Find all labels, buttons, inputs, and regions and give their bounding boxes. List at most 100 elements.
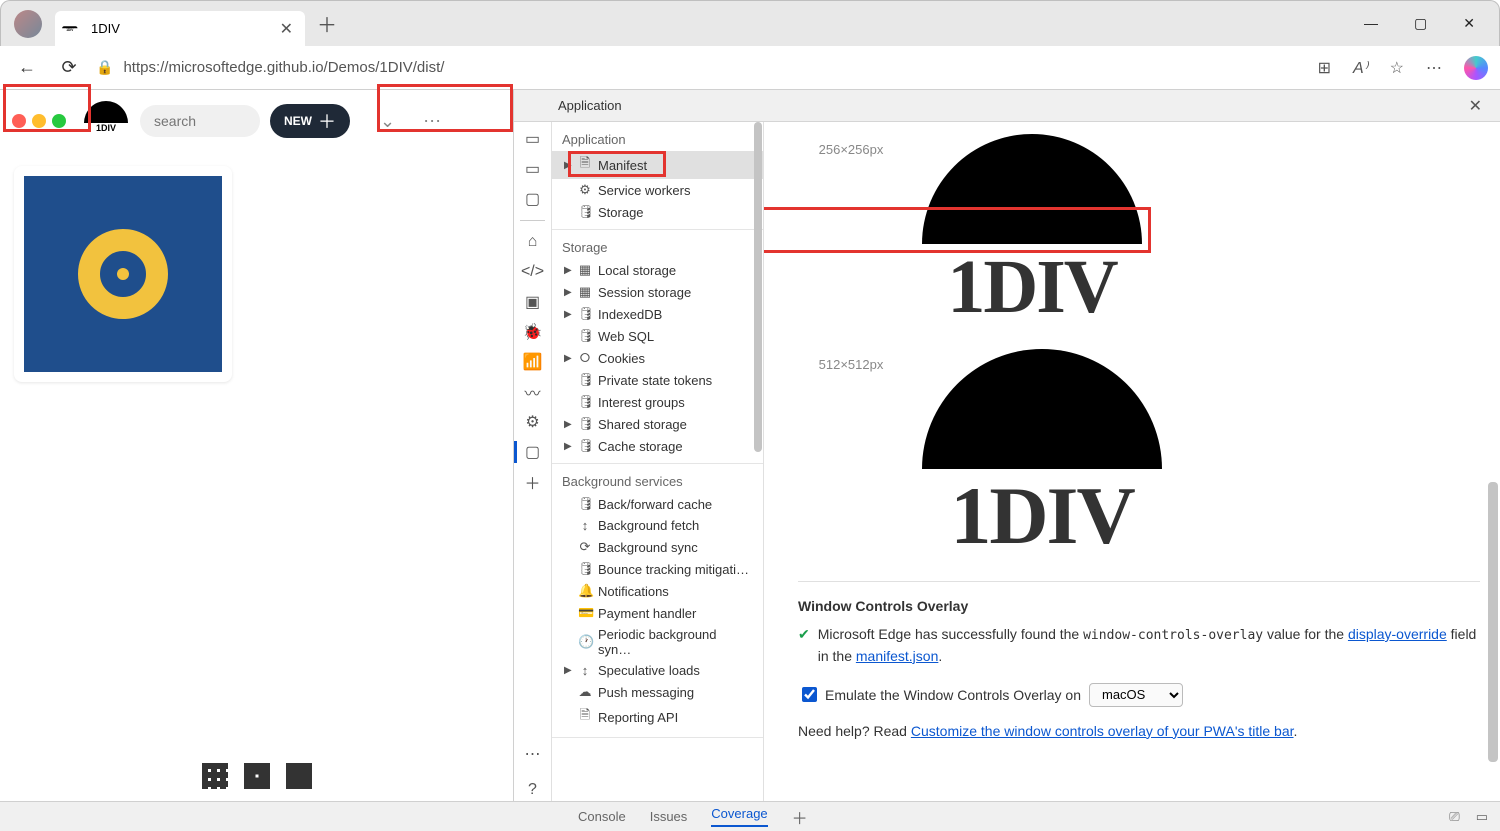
read-aloud-icon[interactable]: A⁾ xyxy=(1353,58,1368,78)
performance-icon[interactable]: 〰 xyxy=(522,381,544,403)
window-close-icon[interactable]: ✕ xyxy=(1463,15,1475,32)
network-icon[interactable]: 📶 xyxy=(522,351,544,373)
console-tool-icon[interactable]: ▣ xyxy=(522,291,544,313)
manifest-json-link[interactable]: manifest.json xyxy=(856,648,938,664)
wco-help-link[interactable]: Customize the window controls overlay of… xyxy=(911,723,1294,739)
tab-title: 1DIV xyxy=(91,21,120,36)
tree-item-speculative[interactable]: ▶↕Speculative loads xyxy=(552,660,763,681)
tab-close-icon[interactable]: ✕ xyxy=(280,19,293,39)
devtools-drawer: Console Issues Coverage ＋ ⎚ ▭ xyxy=(0,801,1500,831)
application-sidebar: Application ▶🗎Manifest ⚙Service workers … xyxy=(552,122,764,801)
tree-section-head: Background services xyxy=(552,470,763,493)
tree-item-push[interactable]: ☁Push messaging xyxy=(552,681,763,703)
wco-heading: Window Controls Overlay xyxy=(798,598,1480,614)
minimize-dot[interactable] xyxy=(32,114,46,128)
search-input[interactable] xyxy=(140,105,260,137)
address-bar: ← ⟳ 🔒 https://microsoftedge.github.io/De… xyxy=(0,46,1500,90)
tree-item-bg-sync[interactable]: ⟳Background sync xyxy=(552,536,763,558)
tree-item-private-tokens[interactable]: 🛢Private state tokens xyxy=(552,369,763,391)
icon-dimensions: 256×256px xyxy=(798,134,904,157)
grid9-icon[interactable] xyxy=(202,763,228,789)
app-logo: 1DIV xyxy=(82,101,130,141)
more-tools-icon[interactable]: ＋ xyxy=(522,471,544,493)
debug-icon[interactable]: 🐞 xyxy=(522,321,544,343)
new-button-label: NEW xyxy=(284,114,312,128)
fullscreen-dot[interactable] xyxy=(52,114,66,128)
tree-item-interest-groups[interactable]: 🛢Interest groups xyxy=(552,391,763,413)
copilot-icon[interactable] xyxy=(1464,56,1488,80)
tree-item-periodic[interactable]: 🕐Periodic background syn… xyxy=(552,624,763,660)
profile-avatar[interactable] xyxy=(14,10,42,38)
grid4-icon[interactable] xyxy=(244,763,270,789)
page-viewport: 1DIV NEW＋ ⌄ ⋯ xyxy=(0,90,514,801)
chevron-down-icon[interactable]: ⌄ xyxy=(380,111,395,132)
tree-item-shared-storage[interactable]: ▶🛢Shared storage xyxy=(552,413,763,435)
more-dots-icon[interactable]: ⋯ xyxy=(423,111,441,132)
tree-item-cache-storage[interactable]: ▶🛢Cache storage xyxy=(552,435,763,457)
application-icon[interactable]: ▢ xyxy=(522,441,544,463)
elements-icon[interactable]: ▢ xyxy=(522,188,544,210)
storage-icon: 🛢 xyxy=(578,204,592,220)
devtools-close-icon[interactable]: ✕ xyxy=(1469,96,1482,116)
drawer-tab-issues[interactable]: Issues xyxy=(650,809,688,824)
app-icon-256: 1DIV xyxy=(922,134,1142,331)
app-icon-512: 1DIV xyxy=(922,349,1162,563)
traffic-lights[interactable] xyxy=(12,114,66,128)
browser-titlebar: 1DIV 1DIV ✕ ＋ — ▢ ✕ xyxy=(0,0,1500,46)
devtools-panel-title: Application xyxy=(558,98,622,113)
drawer-dock-icon[interactable]: ⎚ xyxy=(1449,809,1459,825)
tree-item-notifications[interactable]: 🔔Notifications xyxy=(552,580,763,602)
sources-icon[interactable]: </> xyxy=(522,261,544,283)
emulate-os-select[interactable]: macOS xyxy=(1089,683,1183,707)
drawer-tab-coverage[interactable]: Coverage xyxy=(711,806,767,827)
new-button[interactable]: NEW＋ xyxy=(270,104,350,138)
help-icon[interactable]: ? xyxy=(522,779,544,801)
inspect-icon[interactable]: ▭ xyxy=(522,128,544,150)
check-circle-icon: ✔ xyxy=(798,624,810,667)
display-override-link[interactable]: display-override xyxy=(1348,626,1447,642)
new-tab-button[interactable]: ＋ xyxy=(317,9,337,38)
reload-button[interactable]: ⟳ xyxy=(54,57,84,78)
devtools: Application ✕ ▭ ▭ ▢ ⌂ </> ▣ 🐞 📶 〰 ⚙ ▢ ＋ … xyxy=(514,90,1500,801)
rail-more-icon[interactable]: ⋯ xyxy=(522,743,544,765)
grid1-icon[interactable] xyxy=(286,763,312,789)
drawer-tab-console[interactable]: Console xyxy=(578,809,626,824)
url-box[interactable]: 🔒 https://microsoftedge.github.io/Demos/… xyxy=(96,59,1306,76)
tree-item-bf-cache[interactable]: 🛢Back/forward cache xyxy=(552,493,763,515)
welcome-icon[interactable]: ⌂ xyxy=(522,231,544,253)
view-switcher xyxy=(0,751,513,801)
lock-icon: 🔒 xyxy=(96,59,113,76)
tree-item-manifest[interactable]: ▶🗎Manifest xyxy=(552,151,763,179)
memory-icon[interactable]: ⚙ xyxy=(522,411,544,433)
scrollbar-thumb[interactable] xyxy=(1488,482,1498,762)
more-icon[interactable]: ⋯ xyxy=(1426,58,1442,78)
browser-tab[interactable]: 1DIV 1DIV ✕ xyxy=(55,11,305,47)
window-minimize-icon[interactable]: — xyxy=(1364,15,1378,32)
tree-item-websql[interactable]: 🛢Web SQL xyxy=(552,325,763,347)
tree-item-service-workers[interactable]: ⚙Service workers xyxy=(552,179,763,201)
tree-item-storage-app[interactable]: 🛢Storage xyxy=(552,201,763,223)
icon-dimensions: 512×512px xyxy=(798,349,904,372)
tree-item-cookies[interactable]: ▶⭘Cookies xyxy=(552,347,763,369)
scrollbar-thumb[interactable] xyxy=(754,122,762,452)
wco-section: Window Controls Overlay ✔ Microsoft Edge… xyxy=(798,581,1480,739)
file-icon: 🗎 xyxy=(578,154,592,176)
close-dot[interactable] xyxy=(12,114,26,128)
demo-tile[interactable] xyxy=(14,166,232,382)
favorite-icon[interactable]: ☆ xyxy=(1390,58,1404,78)
tree-item-session-storage[interactable]: ▶▦Session storage xyxy=(552,281,763,303)
window-maximize-icon[interactable]: ▢ xyxy=(1414,15,1427,32)
tree-item-reporting[interactable]: 🗎Reporting API xyxy=(552,703,763,731)
drawer-add-tab-icon[interactable]: ＋ xyxy=(792,805,808,829)
emulate-wco-checkbox[interactable] xyxy=(802,687,817,702)
back-button[interactable]: ← xyxy=(12,57,42,78)
tree-item-payment[interactable]: 💳Payment handler xyxy=(552,602,763,624)
tree-item-indexeddb[interactable]: ▶🛢IndexedDB xyxy=(552,303,763,325)
drawer-collapse-icon[interactable]: ▭ xyxy=(1476,809,1488,825)
tree-item-bg-fetch[interactable]: ↕Background fetch xyxy=(552,515,763,536)
tab-favicon: 1DIV xyxy=(67,21,83,37)
extensions-icon[interactable]: ⊞ xyxy=(1318,58,1331,78)
tree-item-local-storage[interactable]: ▶▦Local storage xyxy=(552,259,763,281)
device-icon[interactable]: ▭ xyxy=(522,158,544,180)
tree-item-bounce[interactable]: 🛢Bounce tracking mitigati… xyxy=(552,558,763,580)
